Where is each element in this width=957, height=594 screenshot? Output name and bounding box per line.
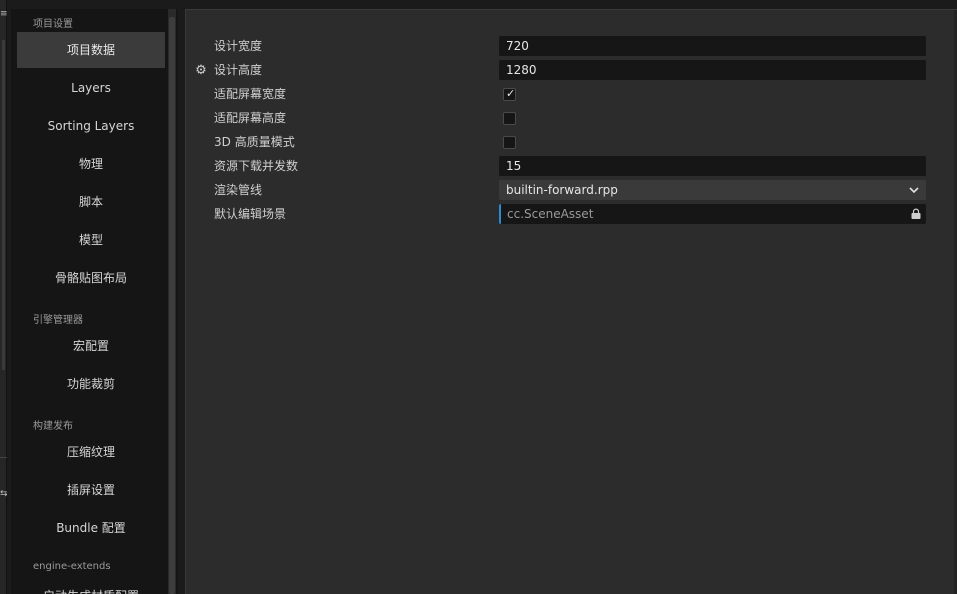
group-label-engine-manager: 引擎管理器 xyxy=(33,315,83,326)
group-label-engine-extends: engine-extends xyxy=(33,561,111,572)
sidebar-item-physics[interactable]: 物理 xyxy=(17,146,165,182)
settings-sidebar: 项目设置 项目数据 Layers Sorting Layers 物理 脚本 模型… xyxy=(11,9,178,594)
design-width-input[interactable]: 720 xyxy=(499,36,926,56)
sidebar-item-startup-material-config[interactable]: 启动生成材质配置 xyxy=(17,578,165,594)
sidebar-item-sorting-layers[interactable]: Sorting Layers xyxy=(17,108,165,144)
sidebar-item-bundle-config[interactable]: Bundle 配置 xyxy=(17,510,165,546)
swap-icon[interactable]: ⇆ xyxy=(0,488,7,500)
sidebar-item-scripts[interactable]: 脚本 xyxy=(17,184,165,220)
fit-height-label: 适配屏幕高度 xyxy=(214,111,287,125)
lock-icon[interactable] xyxy=(910,208,922,220)
sidebar-item-macro-config[interactable]: 宏配置 xyxy=(17,328,165,364)
render-pipeline-value: builtin-forward.rpp xyxy=(506,183,618,197)
group-label-build-publish: 构建发布 xyxy=(33,421,73,432)
render-pipeline-select[interactable]: builtin-forward.rpp xyxy=(499,180,926,200)
chevron-down-icon xyxy=(909,187,919,194)
render-pipeline-label: 渲染管线 xyxy=(214,183,263,197)
sidebar-item-compressed-texture[interactable]: 压缩纹理 xyxy=(17,434,165,470)
sidebar-item-skeleton-texture-layout[interactable]: 骨骼贴图布局 xyxy=(17,260,165,296)
adjacent-panel-edge: ≡ ⇆ xyxy=(0,0,7,594)
check-icon: ✓ xyxy=(506,87,516,100)
design-height-input[interactable]: 1280 xyxy=(499,60,926,80)
project-data-panel: 设计宽度 720 ⚙ 设计高度 1280 适配屏幕宽度 ✓ 适配屏幕高度 3D … xyxy=(185,9,957,594)
hq-3d-checkbox[interactable] xyxy=(503,136,516,149)
download-concurrency-input[interactable]: 15 xyxy=(499,156,926,176)
fit-width-checkbox[interactable]: ✓ xyxy=(503,87,516,101)
design-width-label: 设计宽度 xyxy=(214,39,263,53)
default-scene-asset-field[interactable]: cc.SceneAsset xyxy=(499,204,926,224)
divider xyxy=(0,457,7,458)
design-height-label: 设计高度 xyxy=(214,63,263,77)
adjacent-panel-scrollbar[interactable] xyxy=(2,40,5,370)
default-scene-label: 默认编辑场景 xyxy=(214,207,287,221)
download-concurrency-label: 资源下载并发数 xyxy=(214,159,299,173)
fit-width-label: 适配屏幕宽度 xyxy=(214,87,287,101)
group-label-project-settings: 项目设置 xyxy=(33,19,73,30)
sidebar-item-layers[interactable]: Layers xyxy=(17,70,165,106)
sidebar-item-feature-cropping[interactable]: 功能裁剪 xyxy=(17,366,165,402)
sidebar-item-splash-settings[interactable]: 插屏设置 xyxy=(17,472,165,508)
menu-icon: ≡ xyxy=(0,9,7,19)
sidebar-item-project-data[interactable]: 项目数据 xyxy=(17,32,165,68)
sidebar-scrollbar-thumb[interactable] xyxy=(169,17,175,594)
sidebar-item-model[interactable]: 模型 xyxy=(17,222,165,258)
gear-icon[interactable]: ⚙ xyxy=(194,64,208,78)
fit-height-checkbox[interactable] xyxy=(503,112,516,125)
default-scene-placeholder: cc.SceneAsset xyxy=(507,207,594,221)
hq-3d-label: 3D 高质量模式 xyxy=(214,135,295,149)
